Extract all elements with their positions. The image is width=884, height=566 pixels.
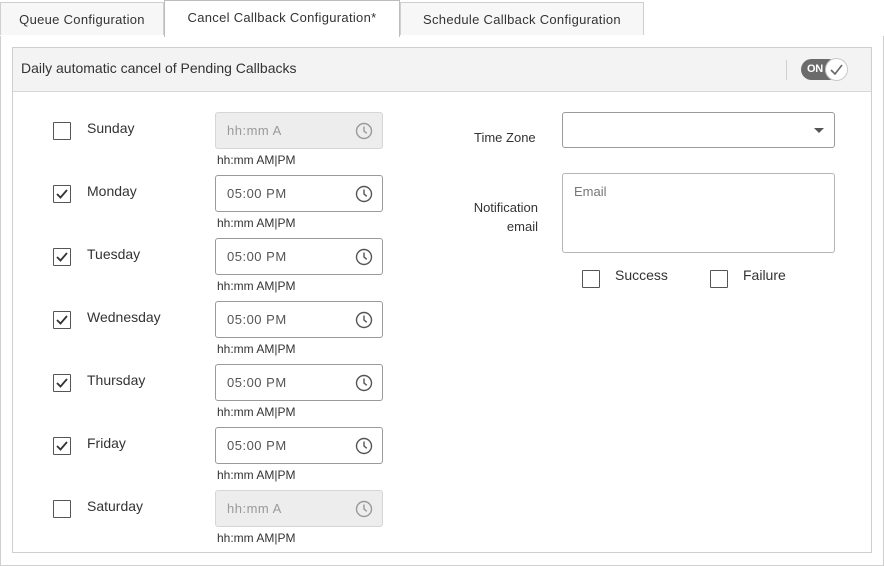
day-row-tuesday: Tuesday 05:00 PM hh:mm AM|PM [13, 238, 433, 298]
time-format-hint: hh:mm AM|PM [217, 405, 296, 419]
panel-title: Daily automatic cancel of Pending Callba… [21, 60, 297, 76]
monday-checkbox[interactable] [53, 185, 71, 203]
day-row-friday: Friday 05:00 PM hh:mm AM|PM [13, 427, 433, 487]
saturday-time-input[interactable]: hh:mm A [215, 490, 383, 527]
notification-email-label: Notification email [453, 198, 538, 236]
friday-checkbox[interactable] [53, 437, 71, 455]
clock-icon[interactable] [355, 374, 373, 392]
time-format-hint: hh:mm AM|PM [217, 468, 296, 482]
thursday-checkbox[interactable] [53, 374, 71, 392]
failure-checkbox[interactable] [710, 270, 728, 288]
checkmark-icon [56, 189, 68, 199]
toggle-state-label: ON [807, 63, 823, 75]
day-label: Tuesday [87, 246, 141, 262]
chevron-down-icon[interactable] [814, 128, 824, 133]
time-format-hint: hh:mm AM|PM [217, 216, 296, 230]
tab-label: Queue Configuration [19, 11, 145, 27]
tab-bar: Queue Configuration Cancel Callback Conf… [0, 0, 884, 37]
sunday-time-input[interactable]: hh:mm A [215, 112, 383, 149]
checkmark-icon [56, 441, 68, 451]
notification-label-line2: email [506, 219, 538, 234]
day-label: Monday [87, 183, 137, 199]
checkmark-icon [56, 315, 68, 325]
time-format-hint: hh:mm AM|PM [217, 531, 296, 545]
time-value: 05:00 PM [227, 312, 287, 327]
tab-label: Schedule Callback Configuration [423, 11, 621, 27]
day-label: Friday [87, 435, 126, 451]
tab-label: Cancel Callback Configuration* [187, 9, 377, 25]
day-label: Wednesday [87, 309, 161, 325]
time-format-hint: hh:mm AM|PM [217, 153, 296, 167]
tuesday-time-input[interactable]: 05:00 PM [215, 238, 383, 275]
time-format-hint: hh:mm AM|PM [217, 342, 296, 356]
clock-icon[interactable] [355, 437, 373, 455]
panel-header: Daily automatic cancel of Pending Callba… [13, 48, 871, 92]
toggle-knob [825, 58, 848, 81]
saturday-checkbox[interactable] [53, 500, 71, 518]
auto-cancel-toggle[interactable]: ON [801, 58, 848, 81]
time-value: hh:mm A [227, 501, 282, 516]
time-value: 05:00 PM [227, 249, 287, 264]
clock-icon[interactable] [355, 248, 373, 266]
tab-cancel-callback-configuration[interactable]: Cancel Callback Configuration* [164, 0, 400, 37]
checkmark-icon [56, 378, 68, 388]
time-value: 05:00 PM [227, 438, 287, 453]
clock-icon[interactable] [355, 185, 373, 203]
day-label: Sunday [87, 120, 135, 136]
wednesday-checkbox[interactable] [53, 311, 71, 329]
time-value: 05:00 PM [227, 186, 287, 201]
monday-time-input[interactable]: 05:00 PM [215, 175, 383, 212]
tab-queue-configuration[interactable]: Queue Configuration [0, 2, 164, 35]
friday-time-input[interactable]: 05:00 PM [215, 427, 383, 464]
time-zone-label: Time Zone [474, 130, 536, 145]
time-value: 05:00 PM [227, 375, 287, 390]
day-label: Saturday [87, 498, 144, 514]
checkmark-icon [830, 64, 843, 75]
time-value: hh:mm A [227, 123, 282, 138]
clock-icon[interactable] [355, 122, 373, 140]
clock-icon[interactable] [355, 311, 373, 329]
clock-icon[interactable] [355, 500, 373, 518]
notification-email-field[interactable] [562, 173, 835, 253]
header-divider [786, 60, 787, 80]
cancel-callback-panel: Daily automatic cancel of Pending Callba… [12, 47, 872, 553]
checkmark-icon [56, 252, 68, 262]
tab-schedule-callback-configuration[interactable]: Schedule Callback Configuration [400, 2, 644, 35]
thursday-time-input[interactable]: 05:00 PM [215, 364, 383, 401]
day-row-thursday: Thursday 05:00 PM hh:mm AM|PM [13, 364, 433, 424]
wednesday-time-input[interactable]: 05:00 PM [215, 301, 383, 338]
time-format-hint: hh:mm AM|PM [217, 279, 296, 293]
failure-label: Failure [743, 267, 786, 283]
sunday-checkbox[interactable] [53, 122, 71, 140]
success-checkbox[interactable] [582, 270, 600, 288]
day-row-sunday: Sunday hh:mm A hh:mm AM|PM [13, 112, 433, 172]
day-row-saturday: Saturday hh:mm A hh:mm AM|PM [13, 490, 433, 550]
success-label: Success [615, 267, 668, 283]
day-row-monday: Monday 05:00 PM hh:mm AM|PM [13, 175, 433, 235]
day-row-wednesday: Wednesday 05:00 PM hh:mm AM|PM [13, 301, 433, 361]
notification-label-line1: Notification [473, 200, 538, 215]
day-label: Thursday [87, 372, 146, 388]
time-zone-select[interactable] [562, 112, 835, 148]
tuesday-checkbox[interactable] [53, 248, 71, 266]
